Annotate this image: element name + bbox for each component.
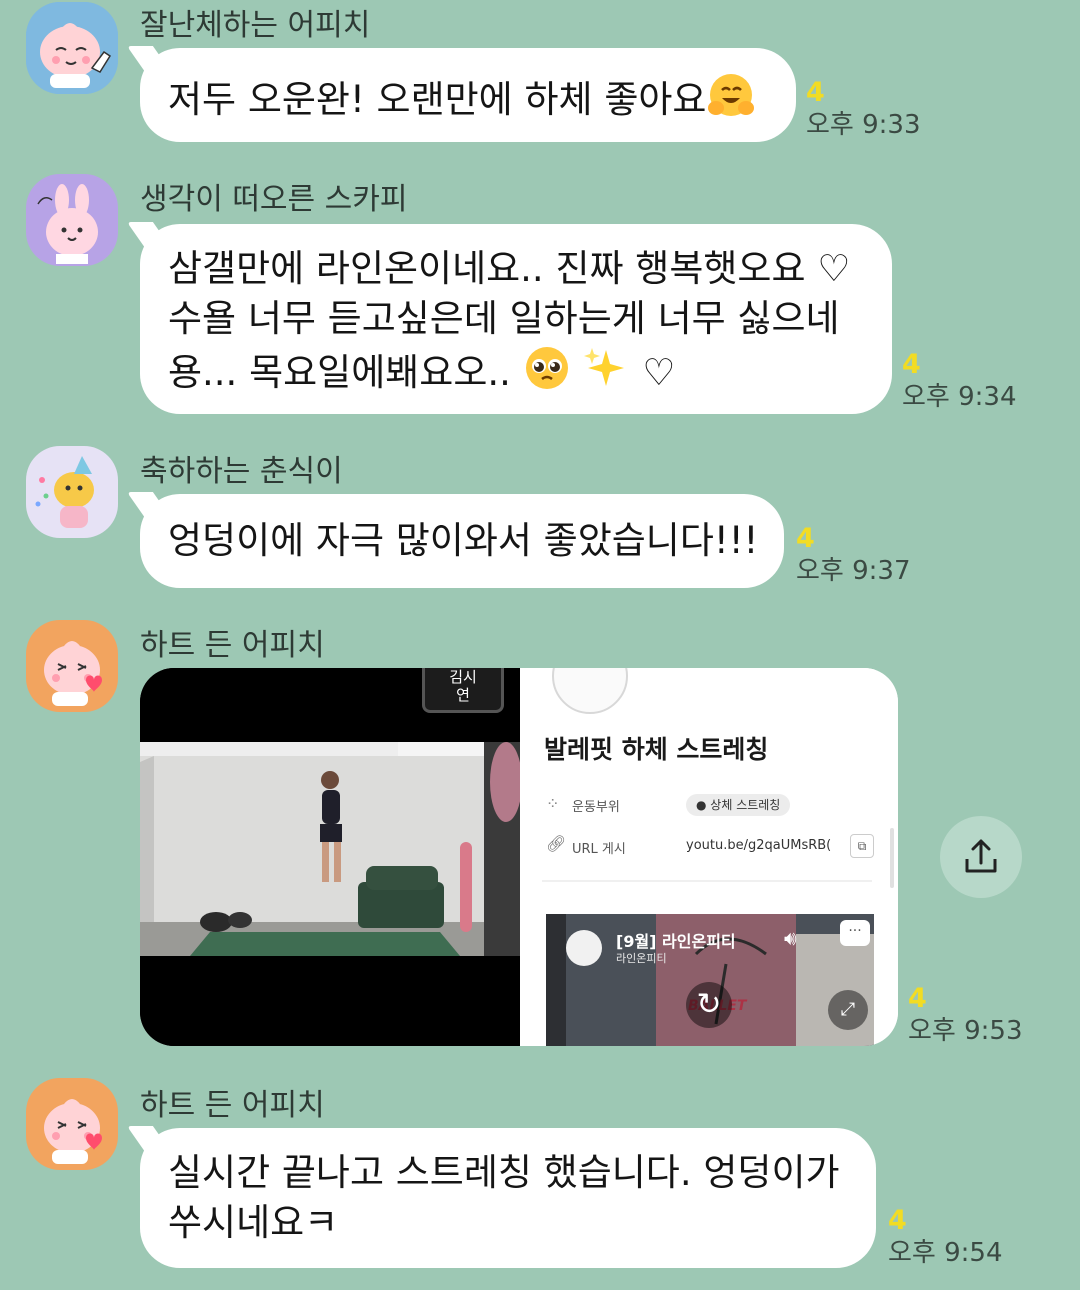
message-text-line: 용... 목요일에봬요오.. ♡ xyxy=(168,344,864,405)
message-text-line: 실시간 끝나고 스트레칭 했습니다. 엉덩이가 xyxy=(168,1151,840,1194)
streamer-name-badge: 김시 연 xyxy=(422,668,504,713)
embedded-video[interactable]: [9월] 라인온피티 라인온피티 🔊︎ ··· BALLET ↻ ⤢ xyxy=(546,914,874,1046)
message-text-line: 삼갤만에 라인온이네요.. 진짜 행복햇오요 ♡ xyxy=(168,247,851,290)
avatar-choonsik-celebrate[interactable] xyxy=(26,446,118,538)
message-text: 저두 오운완! 오랜만에 하체 좋아요 xyxy=(168,70,768,133)
link-icon: 🔗︎ xyxy=(546,834,567,853)
badge-line-2: 연 xyxy=(456,686,470,704)
unread-count: 4 xyxy=(796,523,815,554)
photo-message[interactable]: 김시 연 발레핏 하체 스트레칭 ⁘ 운동부위 ● 상체 스트레칭 🔗︎ URL… xyxy=(140,668,898,1046)
message-bubble[interactable]: 삼갤만에 라인온이네요.. 진짜 행복햇오요 ♡ 수욜 너무 듣고싶은데 일하는… xyxy=(140,224,892,414)
unread-count: 4 xyxy=(902,349,921,380)
sender-name: 잘난체하는 어피치 xyxy=(140,8,371,43)
pleading-face-emoji-icon xyxy=(523,344,571,405)
fullscreen-icon[interactable]: ⤢ xyxy=(828,990,868,1030)
message-bubble[interactable]: 저두 오운완! 오랜만에 하체 좋아요 xyxy=(140,48,796,142)
timestamp: 오후 9:33 xyxy=(806,110,921,140)
video-bottom-bar xyxy=(140,956,520,1046)
video-screenshot[interactable]: 김시 연 xyxy=(140,668,520,1046)
message-text: 엉덩이에 자극 많이와서 좋았습니다!!! xyxy=(168,519,759,562)
body-part-chip[interactable]: ● 상체 스트레칭 xyxy=(686,794,791,816)
message-bubble[interactable]: 실시간 끝나고 스트레칭 했습니다. 엉덩이가 쑤시네요ㅋ xyxy=(140,1128,876,1268)
loading-icon: ⁘ xyxy=(546,794,560,813)
avatar-scappy-idea[interactable] xyxy=(26,174,118,266)
volume-icon[interactable]: 🔊︎ xyxy=(784,926,797,950)
avatar-apeach-heart[interactable] xyxy=(26,620,118,712)
message-text-line: 수욜 너무 듣고싶은데 일하는게 너무 싫으네 xyxy=(168,297,840,340)
sender-name: 하트 든 어피치 xyxy=(140,1088,325,1123)
gym-room-image xyxy=(140,742,520,956)
unread-count: 4 xyxy=(806,77,825,108)
hugging-face-emoji-icon xyxy=(706,70,756,133)
sender-name: 생각이 떠오른 스카피 xyxy=(140,182,408,217)
timestamp: 오후 9:37 xyxy=(796,556,911,586)
sender-name: 하트 든 어피치 xyxy=(140,628,325,663)
sender-name: 축하하는 춘식이 xyxy=(140,454,343,489)
share-button[interactable] xyxy=(940,816,1022,898)
message-meta: 4 오후 9:54 xyxy=(888,1206,1003,1270)
video-channel: 라인온피티 xyxy=(616,952,667,965)
message-meta: 4 오후 9:34 xyxy=(902,350,1017,414)
message-text-line: 쑤시네요ㅋ xyxy=(168,1201,339,1244)
body-part-label: 운동부위 xyxy=(572,800,620,815)
routine-title: 발레핏 하체 스트레칭 xyxy=(544,735,769,764)
message-bubble[interactable]: 엉덩이에 자극 많이와서 좋았습니다!!! xyxy=(140,494,784,588)
badge-line-1: 김시 xyxy=(449,668,477,686)
channel-avatar xyxy=(566,930,602,966)
more-icon[interactable]: ··· xyxy=(840,920,870,946)
timestamp: 오후 9:34 xyxy=(902,382,1017,412)
url-row: 🔗︎ URL 게시 youtu.be/g2qaUMsRB( ⧉ xyxy=(546,834,886,862)
avatar-apeach-heart[interactable] xyxy=(26,1078,118,1170)
timestamp: 오후 9:53 xyxy=(908,1016,1023,1046)
url-label: URL 게시 xyxy=(572,842,626,857)
profile-circle xyxy=(552,668,628,714)
body-part-row: ⁘ 운동부위 ● 상체 스트레칭 xyxy=(546,794,886,818)
replay-icon[interactable]: ↻ xyxy=(686,982,732,1028)
app-screenshot[interactable]: 발레핏 하체 스트레칭 ⁘ 운동부위 ● 상체 스트레칭 🔗︎ URL 게시 y… xyxy=(522,668,898,1046)
message-meta: 4 오후 9:53 xyxy=(908,984,1023,1048)
message-meta: 4 오후 9:37 xyxy=(796,524,911,588)
unread-count: 4 xyxy=(888,1205,907,1236)
timestamp: 오후 9:54 xyxy=(888,1238,1003,1268)
scrollbar[interactable] xyxy=(890,828,894,888)
divider xyxy=(542,880,872,882)
copy-icon[interactable]: ⧉ xyxy=(850,834,874,858)
share-icon xyxy=(965,839,997,873)
url-value[interactable]: youtu.be/g2qaUMsRB( xyxy=(686,838,846,853)
message-meta: 4 오후 9:33 xyxy=(806,78,921,142)
sparkles-emoji-icon xyxy=(582,344,630,405)
unread-count: 4 xyxy=(908,983,927,1014)
avatar-apeach-smug[interactable] xyxy=(26,2,118,94)
video-title: [9월] 라인온피티 xyxy=(616,932,736,951)
